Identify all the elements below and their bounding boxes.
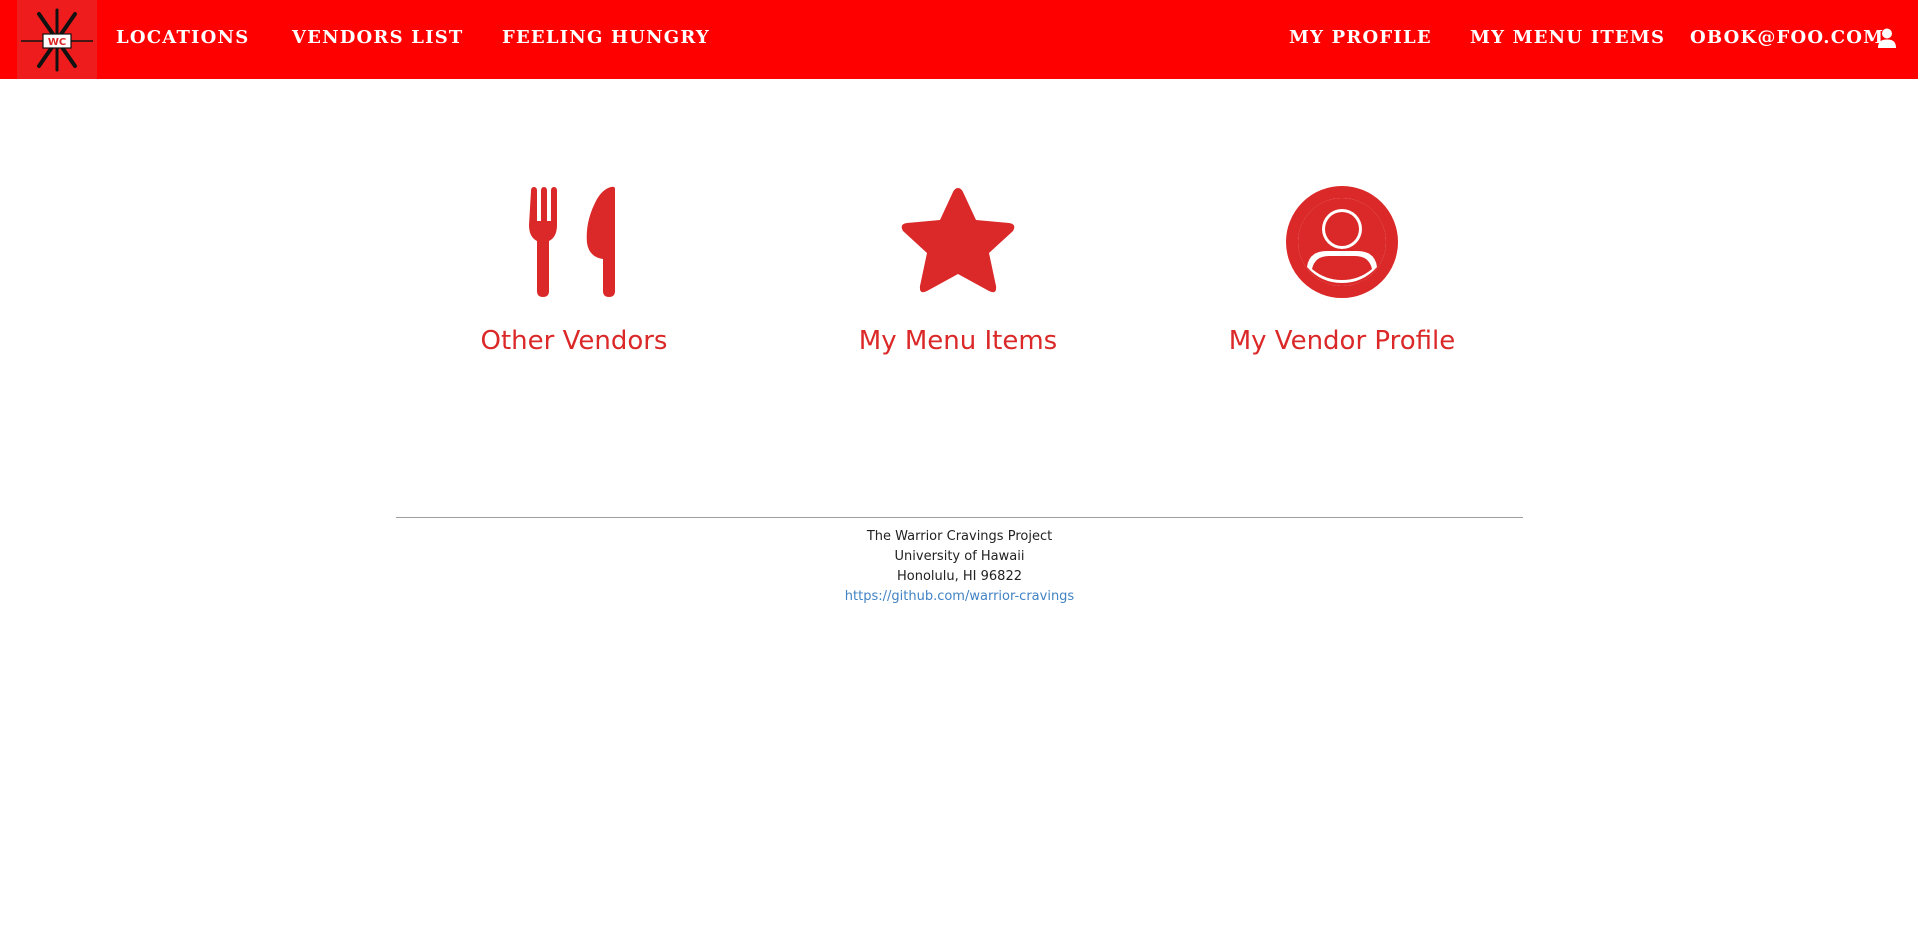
- nav-feeling-hungry-link[interactable]: FEELING HUNGRY: [502, 26, 710, 50]
- footer: The Warrior Cravings Project University …: [396, 527, 1523, 607]
- other-vendors-label: Other Vendors: [480, 326, 668, 356]
- footer-address: Honolulu, HI 96822: [897, 569, 1022, 584]
- my-vendor-profile-label: My Vendor Profile: [1228, 326, 1456, 356]
- footer-project-name: The Warrior Cravings Project: [866, 529, 1053, 544]
- logo-home-link[interactable]: WC: [17, 0, 97, 79]
- my-vendor-profile-tile[interactable]: My Vendor Profile: [1192, 185, 1492, 370]
- footer-github-link[interactable]: https://github.com/warrior-cravings: [845, 589, 1074, 604]
- nav-user-dropdown[interactable]: OBOK@FOO.COM: [1690, 26, 1884, 50]
- top-navbar: WC LOCATIONS VENDORS LIST FEELING HUNGRY…: [0, 0, 1918, 79]
- nav-my-menu-items-link[interactable]: MY MENU ITEMS: [1470, 26, 1665, 50]
- user-circle-icon: [1192, 185, 1492, 305]
- nav-locations-link[interactable]: LOCATIONS: [116, 26, 249, 50]
- my-menu-items-tile[interactable]: My Menu Items: [808, 185, 1108, 370]
- logo-icon: WC: [21, 8, 93, 72]
- svg-text:WC: WC: [48, 37, 66, 48]
- nav-vendors-list-link[interactable]: VENDORS LIST: [292, 26, 464, 50]
- footer-divider: [396, 517, 1523, 518]
- star-icon: [808, 185, 1108, 305]
- footer-university: University of Hawaii: [894, 549, 1025, 564]
- my-menu-items-label: My Menu Items: [858, 326, 1058, 356]
- other-vendors-tile[interactable]: Other Vendors: [424, 185, 724, 370]
- user-icon: [1878, 28, 1896, 48]
- nav-my-profile-link[interactable]: MY PROFILE: [1289, 26, 1432, 50]
- utensils-icon: [424, 185, 724, 305]
